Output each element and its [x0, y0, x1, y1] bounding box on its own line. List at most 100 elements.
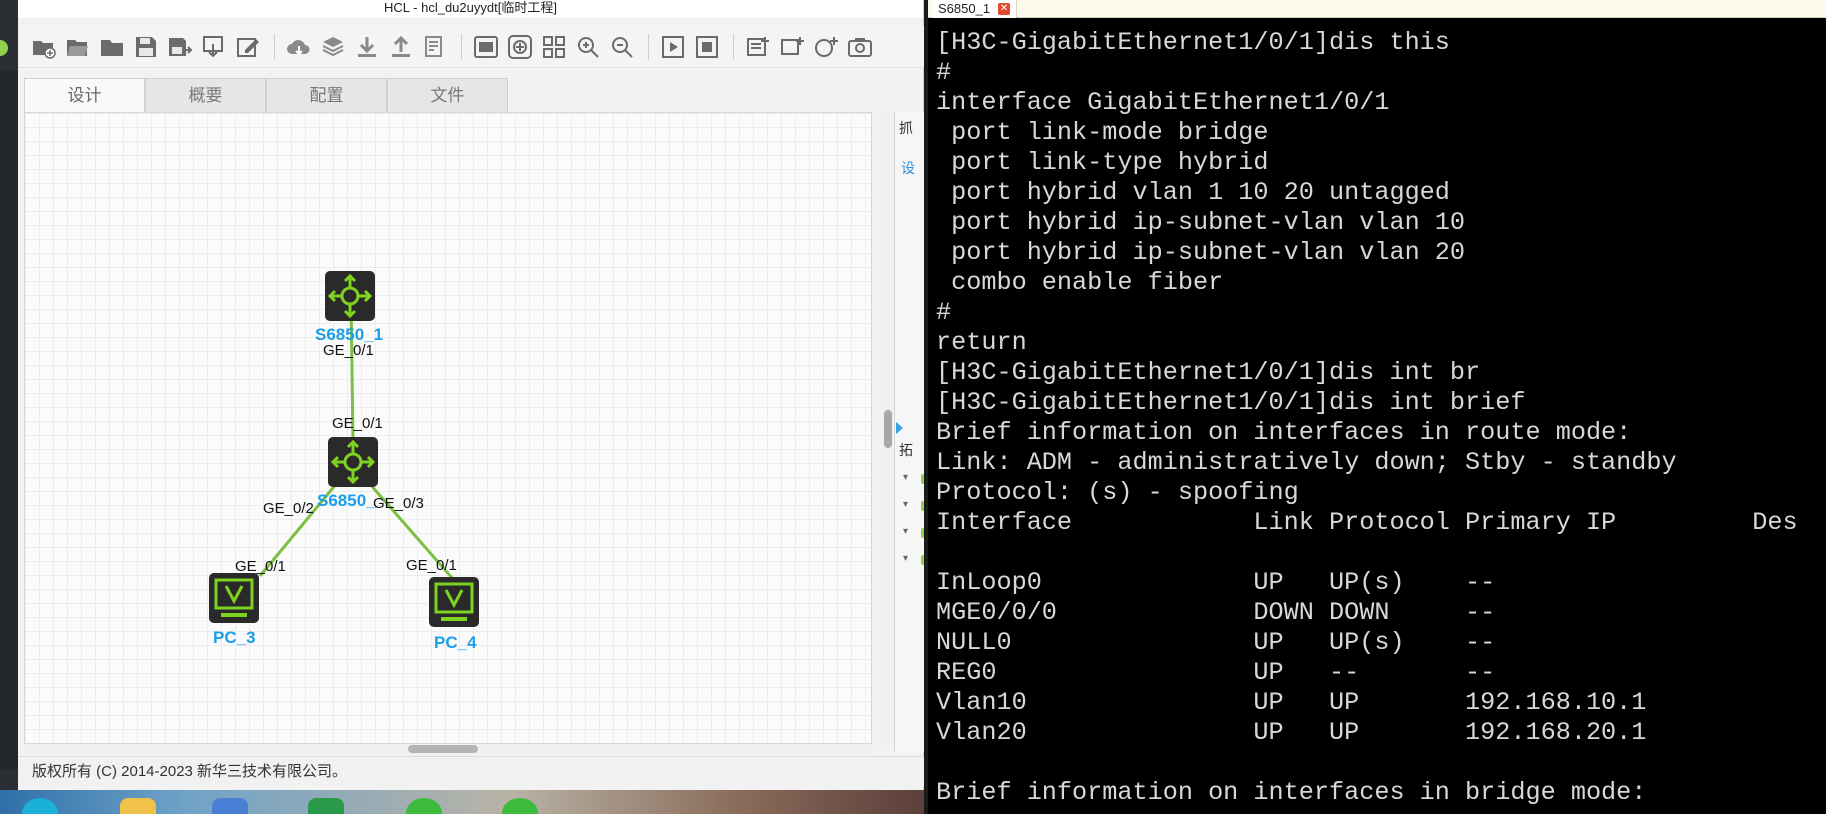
- vertical-scrollbar[interactable]: [882, 112, 894, 744]
- open-project-icon[interactable]: [62, 31, 94, 63]
- start-all-icon[interactable]: [657, 31, 689, 63]
- caret-down-icon[interactable]: ▾: [903, 499, 908, 510]
- tab-files[interactable]: 文件: [387, 78, 508, 112]
- terminal-tab-bar: S6850_1 ✕: [928, 0, 1826, 18]
- terminal-line: Vlan10 UP UP 192.168.10.1: [936, 688, 1647, 717]
- left-edge-bar: [0, 70, 18, 770]
- add-rectangle-icon[interactable]: [776, 31, 808, 63]
- caret-down-icon[interactable]: ▾: [903, 553, 908, 564]
- cloud-icon[interactable]: [283, 31, 315, 63]
- close-icon[interactable]: ✕: [998, 3, 1011, 15]
- side-panel-settings-link[interactable]: 设: [901, 158, 915, 178]
- terminal-line: [H3C-GigabitEthernet1/0/1]dis this: [936, 28, 1450, 57]
- toolbar: [18, 26, 924, 68]
- caret-down-icon[interactable]: ▾: [903, 526, 908, 537]
- terminal-line: Protocol: (s) - spoofing: [936, 478, 1299, 507]
- grid-icon[interactable]: [538, 31, 570, 63]
- add-ellipse-icon[interactable]: [810, 31, 842, 63]
- terminal-window: S6850_1 ✕ [H3C-GigabitEthernet1/0/1]dis …: [924, 0, 1826, 814]
- topology-canvas[interactable]: S6850_1 GE_0/1 GE_0/1 S6850_ GE_0/2 GE_0…: [24, 112, 872, 744]
- terminal-tab-title: S6850_1: [938, 1, 991, 16]
- terminal-line: NULL0 UP UP(s) --: [936, 628, 1496, 657]
- os-taskbar: [0, 790, 924, 814]
- terminal-line: combo enable fiber: [936, 268, 1224, 297]
- terminal-output[interactable]: [H3C-GigabitEthernet1/0/1]dis this # int…: [936, 28, 1826, 814]
- reset-view-icon[interactable]: [504, 31, 536, 63]
- horizontal-scrollbar-thumb[interactable]: [408, 745, 478, 753]
- device-label-pc-3: PC_3: [213, 628, 256, 647]
- port-label: GE_0/1: [332, 415, 383, 432]
- layers-icon[interactable]: [317, 31, 349, 63]
- zoom-in-icon[interactable]: [572, 31, 604, 63]
- browser-icon[interactable]: [22, 798, 58, 814]
- port-label: GE_0/1: [323, 342, 374, 359]
- vertical-scrollbar-thumb[interactable]: [884, 410, 892, 448]
- toolbar-separator: [648, 33, 649, 60]
- pc-icon: [429, 577, 479, 627]
- terminal-line: interface GigabitEthernet1/0/1: [936, 88, 1390, 117]
- device-label-s6850-2: S6850_: [317, 491, 376, 510]
- upload-icon[interactable]: [385, 31, 417, 63]
- terminal-line: Vlan20 UP UP 192.168.20.1: [936, 718, 1647, 747]
- side-panel-capture-label: 抓: [899, 120, 913, 136]
- export-icon[interactable]: [198, 31, 230, 63]
- screen-capture-icon[interactable]: [470, 31, 502, 63]
- hcl-window: HCL - hcl_du2uyydt[临时工程] 设计 概要 配置 文件 S68…: [18, 0, 925, 790]
- terminal-line: MGE0/0/0 DOWN DOWN --: [936, 598, 1496, 627]
- camera-icon[interactable]: [844, 31, 876, 63]
- terminal-line: [H3C-GigabitEthernet1/0/1]dis int br: [936, 358, 1481, 387]
- tab-config[interactable]: 配置: [266, 78, 387, 112]
- app-icon[interactable]: [212, 798, 248, 814]
- caret-down-icon[interactable]: ▾: [903, 472, 908, 483]
- terminal-line: Interface Link Protocol Primary IP Des: [936, 508, 1798, 537]
- status-dot-icon: [0, 40, 8, 56]
- terminal-line: port link-type hybrid: [936, 148, 1269, 177]
- terminal-line: #: [936, 298, 952, 327]
- pc-4[interactable]: [429, 577, 479, 627]
- stop-all-icon[interactable]: [691, 31, 723, 63]
- terminal-line: port hybrid vlan 1 10 20 untagged: [936, 178, 1450, 207]
- open-folder-icon[interactable]: [96, 31, 128, 63]
- window-title: HCL - hcl_du2uyydt[临时工程]: [18, 0, 923, 18]
- download-icon[interactable]: [351, 31, 383, 63]
- left-edge-strip: [0, 0, 18, 790]
- terminal-line: return: [936, 328, 1027, 357]
- terminal-line: Brief information on interfaces in route…: [936, 418, 1632, 447]
- zoom-out-icon[interactable]: [606, 31, 638, 63]
- save-as-icon[interactable]: [164, 31, 196, 63]
- chat-icon[interactable]: [406, 798, 442, 814]
- right-side-panel: 抓 设 拓 ▾ ▾ ▾ ▾: [894, 112, 925, 752]
- terminal-line: Brief information on interfaces in bridg…: [936, 778, 1647, 807]
- port-label: GE_0/1: [406, 557, 457, 574]
- save-icon[interactable]: [130, 31, 162, 63]
- toolbar-separator: [461, 33, 462, 60]
- toolbar-separator: [733, 33, 734, 60]
- terminal-line: port hybrid ip-subnet-vlan vlan 10: [936, 208, 1466, 237]
- expand-arrow-icon[interactable]: [896, 422, 903, 434]
- switch-s6850-2[interactable]: [328, 437, 378, 487]
- device-label-pc-4: PC_4: [434, 633, 477, 652]
- chat-icon[interactable]: [502, 798, 538, 814]
- file-explorer-icon[interactable]: [120, 798, 156, 814]
- add-note-icon[interactable]: [742, 31, 774, 63]
- switch-s6850-1[interactable]: [325, 271, 375, 321]
- terminal-tab[interactable]: S6850_1 ✕: [932, 0, 1018, 18]
- terminal-line: port link-mode bridge: [936, 118, 1269, 147]
- switch-icon: [328, 437, 378, 487]
- tab-overview[interactable]: 概要: [145, 78, 266, 112]
- port-label: GE_0/2: [263, 500, 314, 517]
- terminal-line: port hybrid ip-subnet-vlan vlan 20: [936, 238, 1466, 267]
- new-project-icon[interactable]: [28, 31, 60, 63]
- tab-design[interactable]: 设计: [24, 78, 145, 112]
- edit-icon[interactable]: [232, 31, 264, 63]
- terminal-line: InLoop0 UP UP(s) --: [936, 568, 1496, 597]
- status-bar: 版权所有 (C) 2014-2023 新华三技术有限公司。: [18, 756, 924, 786]
- spreadsheet-icon[interactable]: [308, 798, 344, 814]
- side-panel-topology-label: 拓: [899, 442, 913, 458]
- log-icon[interactable]: [419, 31, 451, 63]
- horizontal-scrollbar[interactable]: [24, 744, 872, 754]
- pc-3[interactable]: [209, 573, 259, 623]
- terminal-line: [H3C-GigabitEthernet1/0/1]dis int brief: [936, 388, 1526, 417]
- terminal-line: Link: ADM - administratively down; Stby …: [936, 448, 1677, 477]
